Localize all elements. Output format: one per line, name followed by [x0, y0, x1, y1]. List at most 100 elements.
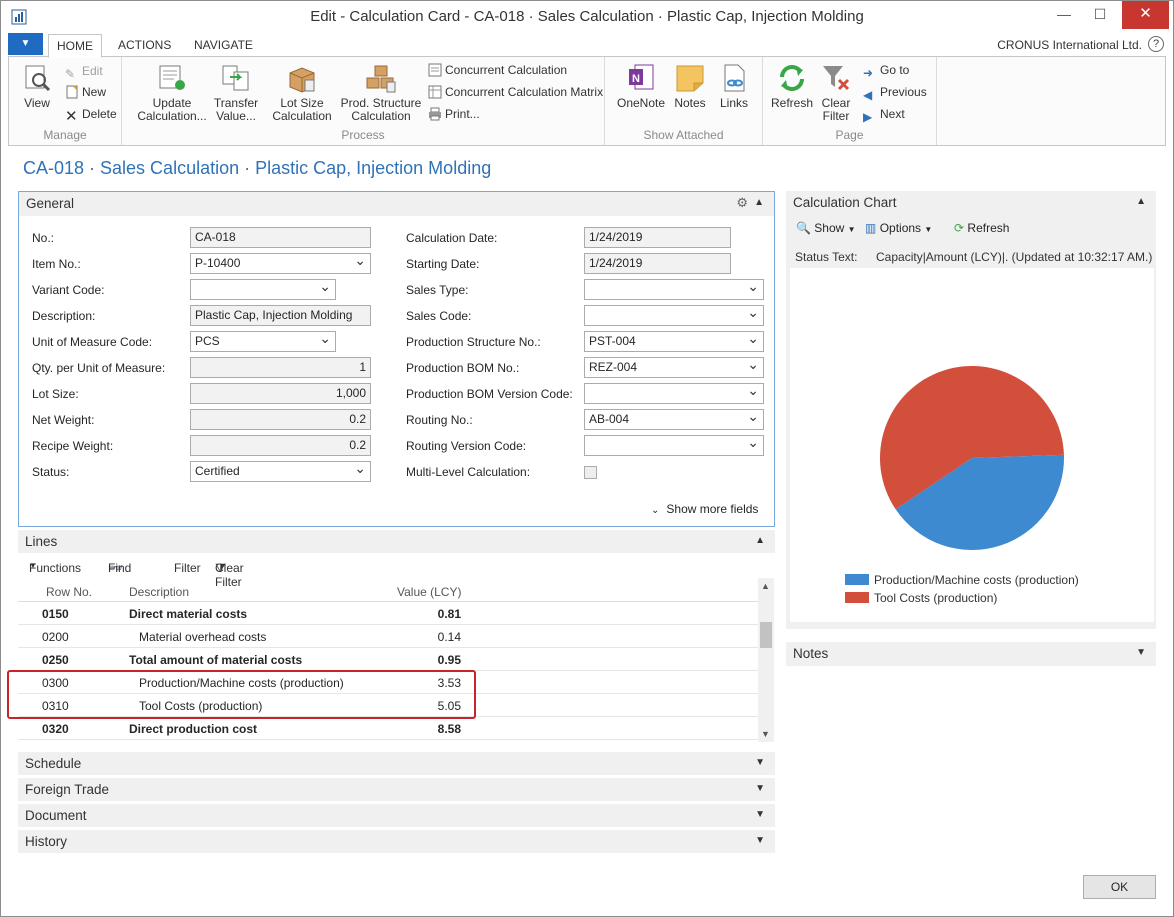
dropdown-chevron-icon[interactable]: ⌄: [319, 332, 331, 348]
right-field-input[interactable]: 1/24/2019: [584, 227, 731, 248]
dropdown-chevron-icon[interactable]: ⌄: [747, 280, 759, 296]
chevron-up-icon[interactable]: ▲: [1136, 196, 1146, 207]
links-button[interactable]: Links: [713, 63, 755, 110]
show-more-fields-link[interactable]: ⌄ Show more fields: [651, 502, 758, 516]
schedule-tab[interactable]: Schedule ▼: [18, 752, 775, 776]
left-field-input[interactable]: 1: [190, 357, 371, 378]
chevron-up-icon[interactable]: ▲: [754, 197, 764, 208]
concurrent-calculation-matrix-button[interactable]: Concurrent Calculation Matrix: [428, 83, 603, 101]
tab-actions[interactable]: ACTIONS: [110, 34, 179, 58]
field-value: 1/24/2019: [589, 256, 643, 270]
right-field-input[interactable]: ⌄: [584, 279, 764, 300]
chart-show-button[interactable]: 🔍 Show ▼: [796, 221, 856, 235]
show-icon: 🔍: [796, 221, 811, 235]
chart-options-button[interactable]: ▥ Options ▼: [865, 221, 932, 235]
minimize-button[interactable]: —: [1049, 1, 1079, 29]
left-field-input[interactable]: CA-018: [190, 227, 371, 248]
right-field-input[interactable]: PST-004 ⌄: [584, 331, 764, 352]
right-field-input[interactable]: ⌄: [584, 383, 764, 404]
legend-swatch: [845, 574, 869, 585]
table-row[interactable]: 0150 Direct material costs 0.81: [18, 602, 758, 625]
right-field-input[interactable]: ⌄: [584, 435, 764, 456]
new-button[interactable]: New: [65, 83, 106, 101]
value-cell: 8.58: [437, 722, 461, 736]
legend-label: Production/Machine costs (production): [874, 573, 1079, 587]
update-calculation-button[interactable]: Update Calculation...: [137, 63, 207, 123]
dropdown-chevron-icon[interactable]: ⌄: [354, 462, 366, 478]
onenote-button[interactable]: N OneNote: [613, 63, 669, 110]
refresh-button[interactable]: Refresh: [769, 63, 815, 110]
scroll-down-icon[interactable]: ▼: [761, 729, 770, 739]
left-field-input[interactable]: Plastic Cap, Injection Molding: [190, 305, 371, 326]
edit-button[interactable]: ✎ Edit: [65, 62, 103, 81]
delete-button[interactable]: ✕ Delete: [65, 105, 117, 124]
general-header[interactable]: General ⚙ ▲: [19, 192, 774, 216]
table-row[interactable]: 0250 Total amount of material costs 0.95: [18, 648, 758, 671]
dropdown-chevron-icon[interactable]: ⌄: [747, 306, 759, 322]
dropdown-chevron-icon[interactable]: ⌄: [747, 410, 759, 426]
filter-button[interactable]: Filter: [174, 561, 201, 575]
tab-home[interactable]: HOME: [48, 34, 102, 58]
left-field-input[interactable]: P-10400 ⌄: [190, 253, 371, 274]
right-field-input[interactable]: 1/24/2019: [584, 253, 731, 274]
table-row[interactable]: 0320 Direct production cost 8.58: [18, 717, 758, 740]
group-process: Update Calculation... Transfer Value... …: [122, 57, 605, 145]
title-bar: Edit - Calculation Card - CA-018 · Sales…: [0, 0, 1174, 32]
print-button[interactable]: Print...: [428, 105, 480, 123]
gears-icon[interactable]: ⚙: [736, 195, 748, 211]
concurrent-calculation-button[interactable]: Concurrent Calculation: [428, 61, 567, 79]
dropdown-chevron-icon[interactable]: ⌄: [747, 358, 759, 374]
clear-filter-button[interactable]: Clear Filter: [817, 63, 855, 123]
right-field-label: Routing Version Code:: [406, 439, 527, 453]
status-text-value: Capacity|Amount (LCY)|. (Updated at 10:3…: [876, 250, 1153, 264]
maximize-button[interactable]: ☐: [1085, 1, 1115, 29]
ok-button[interactable]: OK: [1083, 875, 1156, 899]
col-row-no: Row No.: [46, 585, 93, 599]
go-to-button[interactable]: ➜ Go to: [863, 61, 909, 80]
multi-level-calculation-checkbox[interactable]: [584, 466, 597, 479]
help-icon[interactable]: ?: [1148, 36, 1164, 52]
onenote-icon: N: [629, 64, 654, 90]
scroll-thumb[interactable]: [760, 622, 772, 648]
close-button[interactable]: ✕: [1122, 1, 1169, 29]
previous-button[interactable]: ◀ Previous: [863, 83, 927, 102]
lines-scrollbar[interactable]: ▲ ▼: [758, 578, 774, 742]
value-cell: 0.81: [437, 607, 461, 621]
lot-size-calculation-button[interactable]: Lot Size Calculation: [267, 63, 337, 123]
tab-navigate[interactable]: NAVIGATE: [186, 34, 261, 58]
left-field-label: Item No.:: [32, 257, 81, 271]
next-button[interactable]: ▶ Next: [863, 105, 905, 124]
left-field-input[interactable]: ⌄: [190, 279, 336, 300]
right-field-input[interactable]: REZ-004 ⌄: [584, 357, 764, 378]
notes-factbox[interactable]: Notes ▼: [786, 642, 1156, 666]
dropdown-chevron-icon[interactable]: ⌄: [354, 254, 366, 270]
right-field-label: Production BOM No.:: [406, 361, 520, 375]
chevron-up-icon[interactable]: ▲: [755, 535, 765, 546]
left-field-input[interactable]: 0.2: [190, 435, 371, 456]
app-menu-button[interactable]: ▼: [8, 33, 43, 55]
chart-refresh-button[interactable]: ⟳ Refresh: [954, 221, 1009, 235]
right-field-label: Multi-Level Calculation:: [406, 465, 531, 479]
left-field-input[interactable]: PCS ⌄: [190, 331, 336, 352]
notes-button[interactable]: Notes: [669, 63, 711, 110]
left-field-input[interactable]: 0.2: [190, 409, 371, 430]
document-tab[interactable]: Document ▼: [18, 804, 775, 828]
pie-chart: Production/Machine costs (production) Too…: [845, 366, 1079, 605]
foreign-trade-tab[interactable]: Foreign Trade ▼: [18, 778, 775, 802]
dropdown-chevron-icon[interactable]: ⌄: [747, 384, 759, 400]
right-field-input[interactable]: AB-004 ⌄: [584, 409, 764, 430]
dropdown-chevron-icon[interactable]: ⌄: [747, 436, 759, 452]
left-field-input[interactable]: Certified ⌄: [190, 461, 371, 482]
dropdown-chevron-icon[interactable]: ⌄: [747, 332, 759, 348]
lines-header[interactable]: Lines ▲: [18, 530, 775, 554]
table-row[interactable]: 0200 Material overhead costs 0.14: [18, 625, 758, 648]
new-document-icon: [66, 85, 78, 99]
prod-structure-calculation-button[interactable]: Prod. Structure Calculation: [339, 63, 423, 123]
history-tab[interactable]: History ▼: [18, 830, 775, 854]
scroll-up-icon[interactable]: ▲: [761, 581, 770, 591]
transfer-value-button[interactable]: Transfer Value...: [210, 63, 262, 123]
left-field-input[interactable]: 1,000: [190, 383, 371, 404]
right-field-input[interactable]: ⌄: [584, 305, 764, 326]
dropdown-chevron-icon[interactable]: ⌄: [319, 280, 331, 296]
view-button[interactable]: View: [17, 63, 57, 110]
